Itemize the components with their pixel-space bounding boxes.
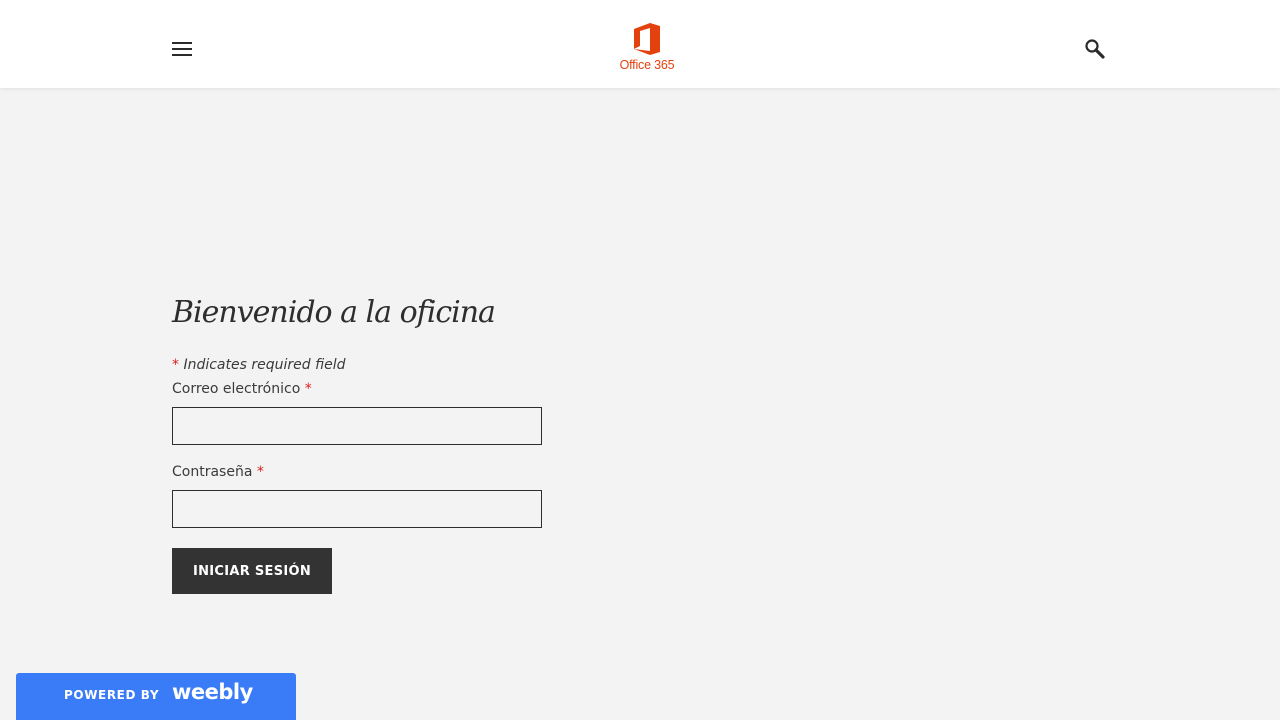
search-icon[interactable]: [1084, 38, 1106, 60]
office-365-logo[interactable]: Office 365: [612, 22, 682, 76]
menu-bar: [172, 42, 192, 44]
site-header: Office 365: [0, 0, 1280, 88]
menu-bar: [172, 54, 192, 56]
logo-text: Office 365: [619, 58, 675, 72]
email-label: Correo electrónico *: [172, 380, 672, 398]
email-field[interactable]: [172, 407, 542, 445]
powered-by-weebly-badge[interactable]: POWERED BY weebly: [16, 673, 296, 720]
password-label-text: Contraseña: [172, 464, 253, 480]
required-star: *: [172, 357, 179, 373]
required-star: *: [304, 381, 312, 397]
required-note-text: Indicates required field: [179, 357, 346, 373]
weebly-logo-text: weebly: [172, 680, 253, 704]
password-field[interactable]: [172, 490, 542, 528]
powered-by-text: POWERED BY: [64, 688, 160, 702]
login-form-section: Bienvenido a la oficina * Indicates requ…: [172, 290, 672, 594]
hamburger-menu-icon[interactable]: [170, 39, 194, 59]
page-title: Bienvenido a la oficina: [172, 295, 496, 330]
required-field-note: * Indicates required field: [172, 356, 672, 374]
office-logo-icon: [634, 23, 660, 55]
required-star: *: [256, 464, 264, 480]
sign-in-button[interactable]: INICIAR SESIÓN: [172, 548, 332, 594]
menu-bar: [172, 48, 192, 50]
email-label-text: Correo electrónico: [172, 381, 301, 397]
password-label: Contraseña *: [172, 463, 672, 481]
